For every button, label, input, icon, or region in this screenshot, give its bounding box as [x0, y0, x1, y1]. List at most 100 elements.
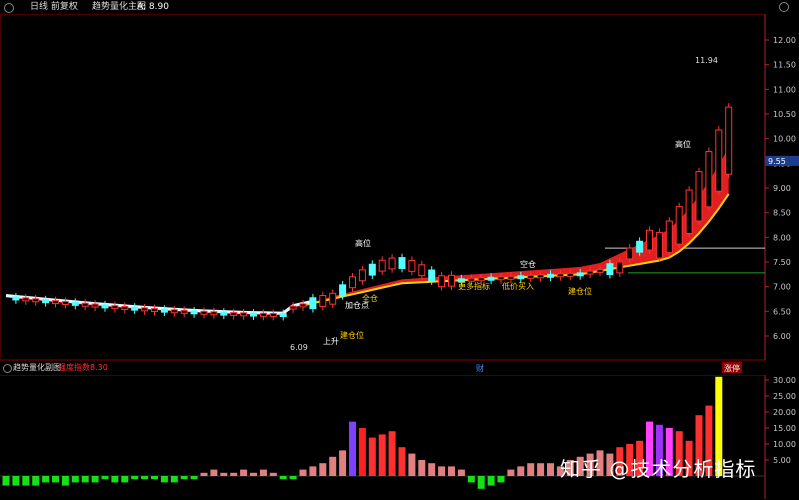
candle-body	[665, 220, 673, 254]
candle-body	[71, 301, 79, 306]
strength-bar	[428, 463, 436, 476]
strength-bar	[507, 469, 515, 476]
strength-bar	[547, 463, 554, 476]
candle-body	[220, 311, 228, 316]
period-label[interactable]: 日线 前复权	[30, 0, 78, 14]
strength-bar	[2, 476, 10, 486]
strength-bar	[12, 476, 20, 486]
strength-bar	[339, 450, 347, 476]
strength-bar	[71, 476, 79, 483]
candle-body	[636, 240, 644, 253]
candle-body	[101, 304, 109, 309]
candle-body	[200, 310, 208, 315]
chart-annotation: 空仓	[520, 259, 536, 269]
candle-body	[121, 305, 129, 310]
candle-body	[230, 312, 238, 316]
candle-body	[725, 106, 733, 175]
strength-bar	[457, 469, 465, 476]
sub-metric-value: 8.30	[90, 363, 108, 372]
candle-body	[349, 276, 356, 289]
candle-body	[586, 270, 594, 275]
candle-body	[695, 171, 703, 222]
strength-bar	[497, 476, 505, 483]
strength-bar	[160, 476, 168, 483]
settings-circle-icon[interactable]	[4, 3, 14, 13]
strength-bar	[101, 476, 109, 480]
candle-body	[497, 276, 505, 281]
strength-bar	[517, 466, 525, 476]
candle-body	[527, 274, 535, 279]
chart-annotation: 更多指标	[458, 281, 490, 291]
candle-body	[190, 310, 198, 315]
chart-annotation: 高位	[675, 139, 691, 149]
price-tick-label: 7.50	[773, 258, 791, 267]
candle-body	[368, 263, 376, 276]
strength-bar	[388, 431, 396, 476]
strength-bar	[309, 466, 317, 476]
price-tick-label: 8.50	[773, 209, 791, 218]
candle-body	[606, 263, 614, 276]
candle-body	[646, 229, 653, 251]
candle-body	[141, 307, 149, 312]
candle-body	[269, 312, 277, 317]
strength-bar	[259, 469, 267, 476]
chart-annotation: 上升	[323, 337, 339, 346]
strength-bar	[448, 466, 455, 476]
candle-body	[408, 260, 416, 272]
price-tick-label: 6.00	[773, 332, 791, 341]
candle-body	[596, 268, 604, 273]
candle-body	[240, 312, 248, 317]
sub-tick-label: 20.00	[773, 408, 796, 417]
sub-tick-label: 5.00	[773, 456, 791, 465]
candle-body	[319, 295, 327, 307]
high-price-label: 11.94	[695, 56, 718, 65]
candle-body	[556, 273, 564, 278]
candle-body	[289, 305, 297, 310]
strength-bar	[418, 460, 426, 476]
close-circle-icon[interactable]	[779, 2, 789, 12]
sub-chart-header: 趋势量化副图 强度指数 8.30	[0, 362, 765, 374]
strength-bar	[279, 476, 287, 480]
sub-tick-label: 30.00	[773, 376, 796, 385]
strength-bar	[269, 472, 277, 476]
candle-body	[91, 303, 99, 308]
strength-bar	[240, 469, 248, 476]
candle-body	[655, 231, 663, 259]
sub-settings-icon[interactable]	[3, 364, 12, 373]
sub-tick-label: 25.00	[773, 392, 796, 401]
price-tick-label: 6.50	[773, 307, 791, 316]
strength-bar	[537, 463, 545, 476]
price-tick-label: 11.00	[773, 85, 796, 94]
candle-body	[111, 305, 119, 310]
chart-annotation: 高位	[355, 238, 371, 248]
candle-body	[566, 272, 574, 277]
strength-bar	[81, 476, 89, 483]
strength-bar	[398, 447, 406, 476]
candle-body	[438, 275, 446, 288]
strength-bar	[190, 476, 198, 480]
candle-body	[685, 189, 693, 234]
candle-body	[329, 292, 337, 305]
strength-bar	[349, 421, 356, 476]
candle-body	[151, 308, 158, 313]
candle-body	[398, 257, 406, 269]
candle-body	[388, 257, 396, 270]
candle-body	[675, 206, 683, 245]
price-chart[interactable]: 12.0011.5011.0010.5010.009.509.008.508.0…	[0, 14, 799, 374]
candle-body	[517, 275, 525, 280]
candle-body	[705, 151, 713, 208]
strength-bar	[170, 476, 178, 483]
strength-bar	[200, 472, 208, 476]
strength-bar	[250, 472, 257, 476]
strength-bar	[32, 476, 40, 486]
candle-body	[42, 299, 50, 304]
candle-body	[715, 129, 723, 192]
sub-indicator-name[interactable]: 趋势量化副图	[13, 362, 61, 374]
candle-body	[547, 273, 554, 278]
strength-bar	[52, 476, 59, 483]
price-tick-label: 7.00	[773, 283, 791, 292]
sub-tick-label: 10.00	[773, 440, 796, 449]
price-tick-label: 8.00	[773, 233, 791, 242]
candle-body	[12, 296, 20, 301]
strength-bar	[61, 476, 69, 486]
